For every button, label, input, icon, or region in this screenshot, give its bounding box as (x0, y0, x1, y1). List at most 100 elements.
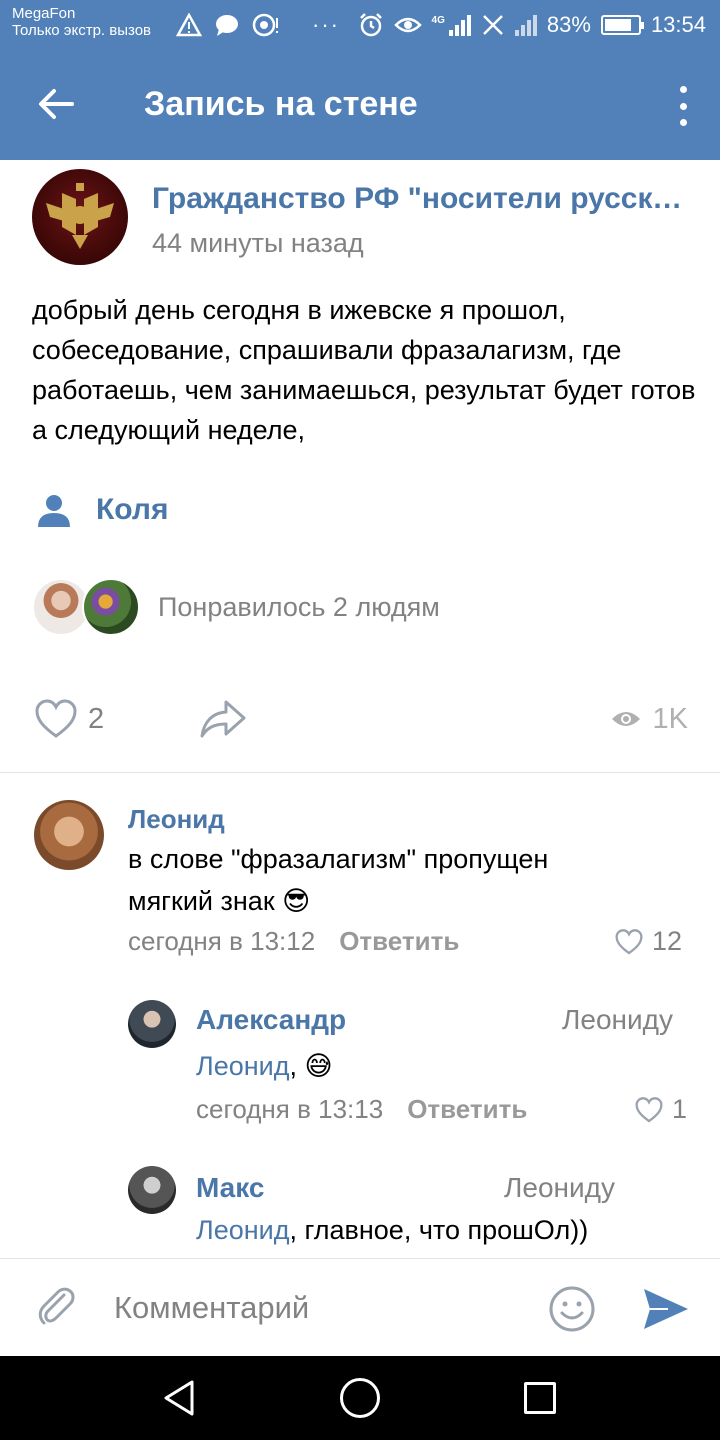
post-time[interactable]: 44 минуты назад (152, 226, 364, 260)
emblem-icon (46, 183, 114, 249)
comment-text: Леонид, 😅 (196, 1046, 676, 1086)
reply-to-label[interactable]: Леониду (562, 1004, 680, 1036)
battery-icon (600, 15, 644, 35)
sunglasses-emoji: 😎 (282, 886, 311, 916)
heart-icon (615, 928, 643, 954)
paperclip-icon (38, 1287, 75, 1325)
comment-input[interactable] (114, 1283, 534, 1333)
comment-reply: Макс Леониду Леонид, главное, что прошОл… (0, 1158, 720, 1258)
no-call-icon (483, 15, 503, 35)
system-nav-bar (0, 1356, 720, 1440)
views-count: 1K (652, 702, 688, 735)
clock: 13:54 (650, 12, 706, 37)
mention-link[interactable]: Леонид (196, 1051, 290, 1081)
commenter-avatar[interactable] (128, 1000, 176, 1048)
post-signer[interactable]: Коля (36, 488, 168, 532)
notification-icons: ··· (176, 8, 340, 42)
carrier-status: Только экстр. вызов (12, 22, 152, 39)
attach-button[interactable] (34, 1285, 80, 1331)
hotspot-icon (252, 13, 278, 37)
chat-bubble-icon (216, 15, 238, 36)
share-button[interactable] (198, 696, 248, 742)
send-icon (644, 1289, 688, 1329)
commenter-avatar[interactable] (34, 800, 104, 870)
comment-author[interactable]: Александр (196, 1004, 346, 1036)
nav-home-button[interactable] (340, 1378, 380, 1418)
battery-fill (604, 19, 632, 31)
comment-like-count: 1 (672, 1094, 688, 1124)
signer-name: Коля (96, 493, 169, 526)
sweat-smile-emoji: 😅 (304, 1051, 333, 1081)
post-text: добрый день сегодня в ижевске я прошол, … (32, 295, 696, 445)
liked-by-text: Понравилось 2 людям (158, 591, 440, 622)
smile-icon (549, 1286, 595, 1332)
status-bar: MegaFon Только экстр. вызов ··· 4G 83% 1… (0, 0, 720, 50)
alarm-icon (359, 13, 382, 37)
comment-time: сегодня в 13:12 (128, 926, 316, 956)
status-dots: ··· (312, 12, 340, 37)
battery-percent: 83% (546, 12, 591, 37)
comment-like-button[interactable]: 1 (634, 1094, 687, 1125)
send-button[interactable] (642, 1287, 690, 1331)
signal-bar (532, 14, 537, 36)
signal-2 (514, 14, 537, 36)
comment-input-bar (0, 1258, 720, 1356)
commenter-avatar[interactable] (128, 1166, 176, 1214)
like-count: 2 (88, 702, 105, 735)
dot (679, 119, 687, 126)
group-name-link[interactable]: Гражданство РФ "носители русского (152, 180, 692, 218)
eye-comfort-icon (393, 17, 422, 33)
comment-meta: сегодня в 13:12 Ответить (128, 926, 459, 957)
divider (0, 772, 720, 773)
mention-link[interactable]: Леонид (196, 1215, 290, 1245)
eye-icon (611, 712, 640, 726)
carrier-name: MegaFon (12, 5, 76, 22)
comment-like-button[interactable]: 12 (614, 926, 682, 957)
liker-avatar[interactable] (82, 578, 140, 636)
signal-bar (460, 19, 465, 36)
reply-button[interactable]: Ответить (407, 1094, 527, 1125)
network-signal: 4G (431, 14, 471, 36)
warning-icon (176, 13, 202, 37)
nav-recents-button[interactable] (524, 1382, 556, 1414)
reply-button[interactable]: Ответить (339, 926, 459, 957)
signal-bar (454, 24, 459, 36)
likers-row[interactable]: Понравилось 2 людям (32, 578, 440, 636)
comment-text: в слове "фразалагизм" пропущен мягкий зн… (128, 838, 628, 922)
emoji-button[interactable] (548, 1285, 596, 1333)
more-options-button[interactable] (668, 78, 698, 134)
triangle-back-icon (164, 1380, 194, 1416)
arrow-back-icon (39, 89, 74, 119)
signal-bar (526, 19, 531, 36)
comment-reply: Александр Леониду Леонид, 😅 сегодня в 13… (0, 990, 720, 1140)
comment-body: в слове "фразалагизм" пропущен мягкий зн… (128, 844, 549, 916)
reply-to-label[interactable]: Леониду (504, 1172, 644, 1204)
signal-bar (514, 29, 519, 36)
dot (679, 86, 687, 93)
comment-author[interactable]: Леонид (128, 804, 225, 835)
group-avatar[interactable] (32, 169, 128, 265)
comment-like-count: 12 (652, 926, 683, 956)
system-status: 4G 83% 13:54 (358, 10, 706, 40)
toolbar: Запись на стене (0, 50, 720, 160)
comment-text: Леонид, главное, что прошОл)) (196, 1210, 696, 1250)
signal-bar (520, 24, 525, 36)
share-icon (200, 700, 246, 738)
back-button[interactable] (26, 74, 86, 134)
comment-body: , главное, что прошОл)) (289, 1215, 589, 1245)
comment-author[interactable]: Макс (196, 1172, 264, 1204)
comment-time: сегодня в 13:13 (196, 1094, 384, 1124)
views-counter: 1K (611, 698, 688, 740)
signal-bar (466, 14, 471, 36)
like-button[interactable]: 2 (34, 698, 104, 740)
signal-bar (448, 29, 453, 36)
user-icon (38, 495, 70, 527)
carrier-info: MegaFon Только экстр. вызов (12, 5, 151, 39)
comment: Леонид в слове "фразалагизм" пропущен мя… (0, 790, 720, 960)
dot (679, 102, 687, 110)
network-type: 4G (431, 14, 445, 26)
comment-meta: сегодня в 13:13 Ответить (196, 1094, 527, 1125)
post-actions: 2 1K (0, 690, 720, 748)
nav-back-button[interactable] (160, 1378, 200, 1418)
page-title: Запись на стене (144, 85, 418, 123)
